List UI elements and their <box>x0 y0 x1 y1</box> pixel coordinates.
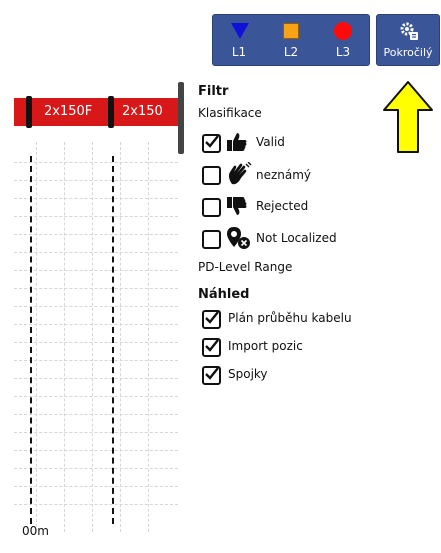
filter-title: Filtr <box>198 84 229 99</box>
grid-line <box>14 432 178 433</box>
classification-label: Klasifikace <box>198 106 262 120</box>
advanced-label: Pokročilý <box>383 46 433 59</box>
route-plan-label: Plán průběhu kabelu <box>228 311 352 325</box>
phase-l2-button[interactable]: L2 <box>265 15 317 65</box>
grid-line <box>14 450 178 451</box>
grid-line <box>14 198 178 199</box>
grid-line <box>14 270 178 271</box>
grid-line <box>64 142 65 532</box>
import-positions-label: Import pozic <box>228 339 303 353</box>
valid-checkbox[interactable] <box>202 134 221 153</box>
pd-level-range-label[interactable]: PD-Level Range <box>198 260 292 274</box>
red-circle-icon <box>334 22 352 40</box>
cable-plot[interactable]: 2x150F 2x150 00m <box>14 82 178 542</box>
unknown-checkbox[interactable] <box>202 166 221 185</box>
import-positions-checkbox[interactable] <box>202 338 221 357</box>
gear-icon <box>400 22 418 40</box>
cable-segment-label: 2x150F <box>44 104 93 119</box>
waving-hand-icon <box>228 162 252 185</box>
phase-label: L2 <box>283 45 299 59</box>
phase-label: L1 <box>231 45 247 59</box>
grid-line <box>14 252 178 253</box>
location-x-icon <box>227 227 250 249</box>
valid-label: Valid <box>256 135 285 149</box>
grid-line <box>14 162 178 163</box>
joints-label: Spojky <box>228 367 268 381</box>
grid-line <box>14 180 178 181</box>
unknown-label: neznámý <box>256 168 312 182</box>
cable-connector <box>26 96 32 128</box>
grid-line <box>14 234 178 235</box>
grid-line <box>14 216 178 217</box>
plot-scrollbar[interactable] <box>178 82 184 154</box>
cable-connector <box>108 96 114 128</box>
grid-line <box>36 142 37 532</box>
x-axis-label: 00m <box>22 524 49 538</box>
grid-line <box>14 288 178 289</box>
grid-line <box>14 342 178 343</box>
grid-line <box>14 486 178 487</box>
joints-checkbox[interactable] <box>202 366 221 385</box>
rejected-checkbox[interactable] <box>202 198 221 217</box>
grid-line <box>14 414 178 415</box>
grid-line <box>14 396 178 397</box>
orange-square-icon <box>283 23 299 39</box>
grid-line <box>92 142 93 532</box>
yellow-arrow-icon <box>383 81 433 153</box>
grid-line <box>14 306 178 307</box>
joint-marker-line <box>112 156 114 524</box>
grid-line <box>14 378 178 379</box>
not-localized-checkbox[interactable] <box>202 230 221 249</box>
grid-line <box>148 142 149 532</box>
phase-label: L3 <box>335 45 351 59</box>
grid-line <box>120 142 121 532</box>
grid-line <box>14 468 178 469</box>
joint-marker-line <box>30 156 32 524</box>
phase-toolbar: L1 L2 L3 <box>212 14 370 66</box>
blue-triangle-icon <box>231 23 249 39</box>
grid-line <box>14 504 178 505</box>
cable-segment-label: 2x150 <box>122 104 163 119</box>
not-localized-label: Not Localized <box>256 231 337 245</box>
thumbs-down-icon <box>227 197 247 215</box>
route-plan-checkbox[interactable] <box>202 310 221 329</box>
grid-line <box>14 324 178 325</box>
advanced-button[interactable]: Pokročilý <box>376 14 440 66</box>
preview-title: Náhled <box>198 287 250 302</box>
phase-l3-button[interactable]: L3 <box>317 15 369 65</box>
phase-l1-button[interactable]: L1 <box>213 15 265 65</box>
rejected-label: Rejected <box>256 199 309 213</box>
grid-line <box>14 360 178 361</box>
thumbs-up-icon <box>227 133 247 151</box>
